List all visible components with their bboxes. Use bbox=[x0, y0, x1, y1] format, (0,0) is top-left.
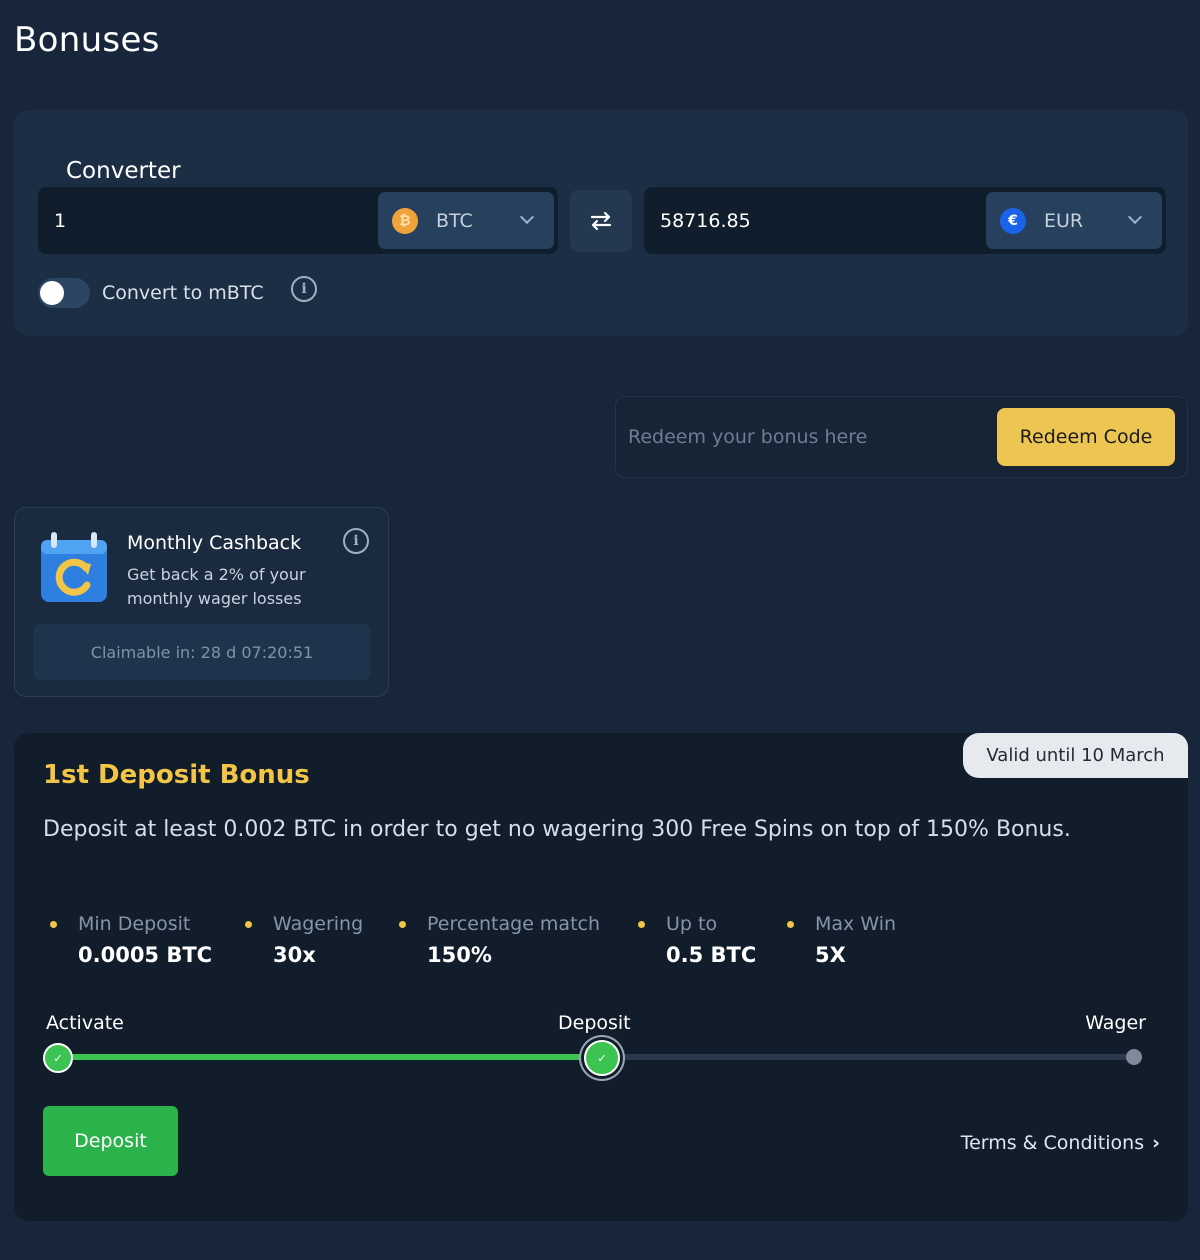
step-label-wager: Wager bbox=[1085, 1012, 1146, 1034]
calendar-refresh-icon bbox=[41, 532, 107, 602]
swap-button[interactable] bbox=[570, 190, 632, 252]
monthly-cashback-card: Monthly Cashback Get back a 2% of your m… bbox=[14, 507, 389, 697]
redeem-code-button[interactable]: Redeem Code bbox=[997, 408, 1175, 466]
swap-arrows-icon bbox=[590, 211, 612, 231]
bitcoin-icon: ₿ bbox=[392, 207, 418, 234]
step-label-deposit: Deposit bbox=[558, 1012, 631, 1034]
step-activate-check-icon: ✓ bbox=[43, 1043, 73, 1073]
step-wager-dot bbox=[1126, 1049, 1142, 1065]
bullet-dot bbox=[787, 921, 794, 928]
euro-icon: € bbox=[1000, 207, 1026, 234]
from-amount-field: ₿ BTC bbox=[38, 187, 558, 254]
info-icon[interactable]: i bbox=[343, 528, 369, 554]
step-label-activate: Activate bbox=[46, 1012, 124, 1034]
stat-label: Percentage match bbox=[427, 913, 601, 935]
deposit-bonus-card: Valid until 10 March 1st Deposit Bonus D… bbox=[14, 733, 1188, 1221]
valid-until-badge: Valid until 10 March bbox=[963, 733, 1188, 778]
converter-title: Converter bbox=[66, 158, 181, 184]
bullet-dot bbox=[50, 921, 57, 928]
toggle-knob bbox=[40, 281, 64, 305]
stat-label: Max Win bbox=[815, 913, 897, 935]
bullet-dot bbox=[245, 921, 252, 928]
deposit-button[interactable]: Deposit bbox=[43, 1106, 178, 1176]
bullet-dot bbox=[399, 921, 406, 928]
stat-value: 0.5 BTC bbox=[666, 943, 757, 967]
convert-mbtc-toggle[interactable] bbox=[38, 278, 90, 308]
page-title: Bonuses bbox=[14, 20, 160, 60]
bonus-description: Deposit at least 0.002 BTC in order to g… bbox=[43, 817, 1071, 842]
terms-conditions-label: Terms & Conditions bbox=[960, 1132, 1145, 1154]
from-currency-label: BTC bbox=[436, 209, 473, 232]
bonus-title: 1st Deposit Bonus bbox=[43, 760, 310, 790]
bullet-dot bbox=[638, 921, 645, 928]
stat-label: Wagering bbox=[273, 913, 364, 935]
stat-value: 0.0005 BTC bbox=[78, 943, 213, 967]
to-amount-field: € EUR bbox=[644, 187, 1166, 254]
cashback-claim-status: Claimable in: 28 d 07:20:51 bbox=[33, 624, 371, 680]
terms-conditions-link[interactable]: Terms & Conditions › bbox=[961, 1132, 1160, 1154]
progress-fill bbox=[56, 1054, 596, 1060]
stat-value: 30x bbox=[273, 943, 316, 967]
info-icon[interactable]: i bbox=[291, 276, 317, 302]
to-currency-select[interactable]: € EUR bbox=[986, 192, 1162, 249]
stat-label: Min Deposit bbox=[78, 913, 191, 935]
to-amount-input[interactable] bbox=[644, 187, 984, 254]
stat-label: Up to bbox=[666, 913, 718, 935]
chevron-down-icon bbox=[519, 209, 535, 225]
stat-value: 150% bbox=[427, 943, 492, 967]
from-currency-select[interactable]: ₿ BTC bbox=[378, 192, 554, 249]
step-deposit-check-icon: ✓ bbox=[584, 1040, 620, 1076]
chevron-down-icon bbox=[1127, 209, 1143, 225]
convert-mbtc-label: Convert to mBTC bbox=[102, 282, 264, 304]
stat-value: 5X bbox=[815, 943, 846, 967]
cashback-description: Get back a 2% of your monthly wager loss… bbox=[127, 565, 306, 608]
chevron-right-icon: › bbox=[1152, 1132, 1160, 1154]
cashback-title: Monthly Cashback bbox=[127, 532, 302, 554]
from-amount-input[interactable] bbox=[38, 187, 378, 254]
to-currency-label: EUR bbox=[1044, 209, 1084, 232]
redeem-code-input[interactable] bbox=[616, 397, 986, 477]
redeem-code-box: Redeem Code bbox=[615, 396, 1188, 478]
converter-card: Converter ₿ BTC € EUR Convert to mBTC i bbox=[14, 110, 1188, 336]
